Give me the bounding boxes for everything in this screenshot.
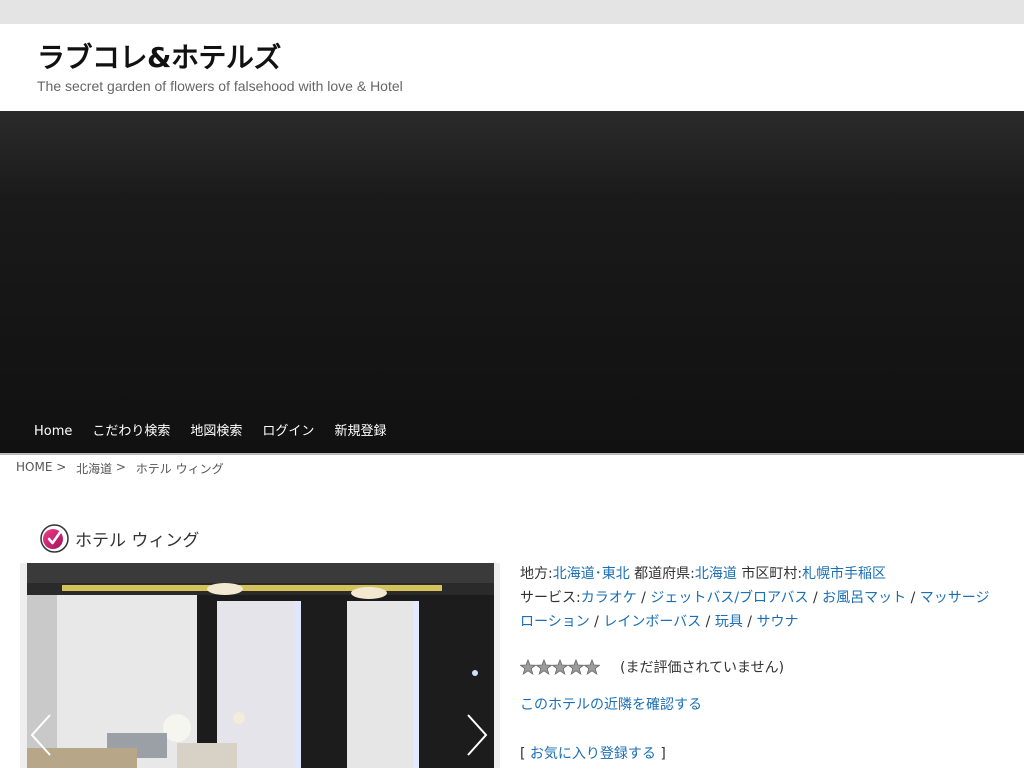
pref-label: 都道府県: <box>634 566 695 582</box>
nav-map-search[interactable]: 地図検索 <box>180 413 252 451</box>
breadcrumb-home[interactable]: HOME <box>16 460 52 477</box>
hotel-info: 地方:北海道･東北 都道府県:北海道 市区町村:札幌市手稲区 サービス:カラオケ… <box>520 562 1000 634</box>
service-link[interactable]: 玩具 <box>715 614 743 630</box>
hotel-room-photo <box>27 563 494 768</box>
breadcrumb: HOME > 北海道 > ホテル ウィング <box>16 460 224 477</box>
page-title: ホテル ウィング <box>75 531 200 552</box>
gallery-next-arrow-icon[interactable] <box>462 711 492 759</box>
service-separator: / <box>808 590 823 606</box>
star-icon[interactable] <box>568 659 584 675</box>
favorite-link[interactable]: お気に入り登録する <box>530 746 656 762</box>
pref-link[interactable]: 北海道 <box>695 566 737 582</box>
service-separator: / <box>742 614 757 630</box>
service-separator: / <box>701 614 715 630</box>
photo-gallery <box>20 563 500 768</box>
service-link[interactable]: お風呂マット <box>822 590 906 606</box>
breadcrumb-region[interactable]: 北海道 <box>76 460 112 477</box>
breadcrumb-separator: > <box>112 460 130 474</box>
rating-stars[interactable] <box>520 659 600 675</box>
site-title[interactable]: ラブコレ&ホテルズ <box>37 36 281 76</box>
fav-bracket-close: ] <box>655 746 666 762</box>
nearby-link[interactable]: このホテルの近隣を確認する <box>520 694 702 714</box>
breadcrumb-current: ホテル ウィング <box>135 462 224 476</box>
nav-login[interactable]: ログイン <box>252 413 324 451</box>
service-label: サービス: <box>520 590 581 606</box>
location-line: 地方:北海道･東北 都道府県:北海道 市区町村:札幌市手稲区 <box>520 562 1000 586</box>
site-description: The secret garden of flowers of falsehoo… <box>37 78 403 94</box>
service-separator: / <box>906 590 920 606</box>
star-icon[interactable] <box>520 659 536 675</box>
service-link[interactable]: サウナ <box>756 614 798 630</box>
star-icon[interactable] <box>552 659 568 675</box>
main-nav: Home こだわり検索 地図検索 ログイン 新規登録 <box>24 413 396 451</box>
service-separator: / <box>589 614 604 630</box>
service-link[interactable]: レインボーバス <box>603 614 701 630</box>
hero-banner <box>0 111 1024 454</box>
rating: (まだ評価されていません) <box>520 657 784 677</box>
site-header: ラブコレ&ホテルズ The secret garden of flowers o… <box>0 24 1024 111</box>
service-separator: / <box>636 590 651 606</box>
page-heading: ホテル ウィング <box>40 512 199 565</box>
city-label: 市区町村: <box>741 566 803 582</box>
gallery-prev-arrow-icon[interactable] <box>26 711 56 759</box>
star-icon[interactable] <box>584 659 600 675</box>
city-link[interactable]: 札幌市手稲区 <box>802 566 886 582</box>
breadcrumb-separator: > <box>52 460 71 474</box>
area-label: 地方: <box>520 566 553 582</box>
star-icon[interactable] <box>536 659 552 675</box>
fav-bracket-open: [ <box>520 746 530 762</box>
favorite-register: [ お気に入り登録する ] <box>520 743 666 763</box>
area-link[interactable]: 北海道･東北 <box>553 566 630 582</box>
rating-text: (まだ評価されていません) <box>620 660 785 676</box>
hotel-logo-icon <box>40 524 69 553</box>
nav-register[interactable]: 新規登録 <box>324 413 396 451</box>
nav-home[interactable]: Home <box>24 413 82 451</box>
nav-detail-search[interactable]: こだわり検索 <box>82 413 180 451</box>
top-bar <box>0 0 1024 24</box>
service-link[interactable]: ジェットバス/ブロアバス <box>650 590 808 606</box>
services-line: サービス:カラオケ / ジェットバス/ブロアバス / お風呂マット / マッサー… <box>520 586 1000 634</box>
hero-divider <box>0 453 1024 455</box>
service-link[interactable]: カラオケ <box>581 590 637 606</box>
